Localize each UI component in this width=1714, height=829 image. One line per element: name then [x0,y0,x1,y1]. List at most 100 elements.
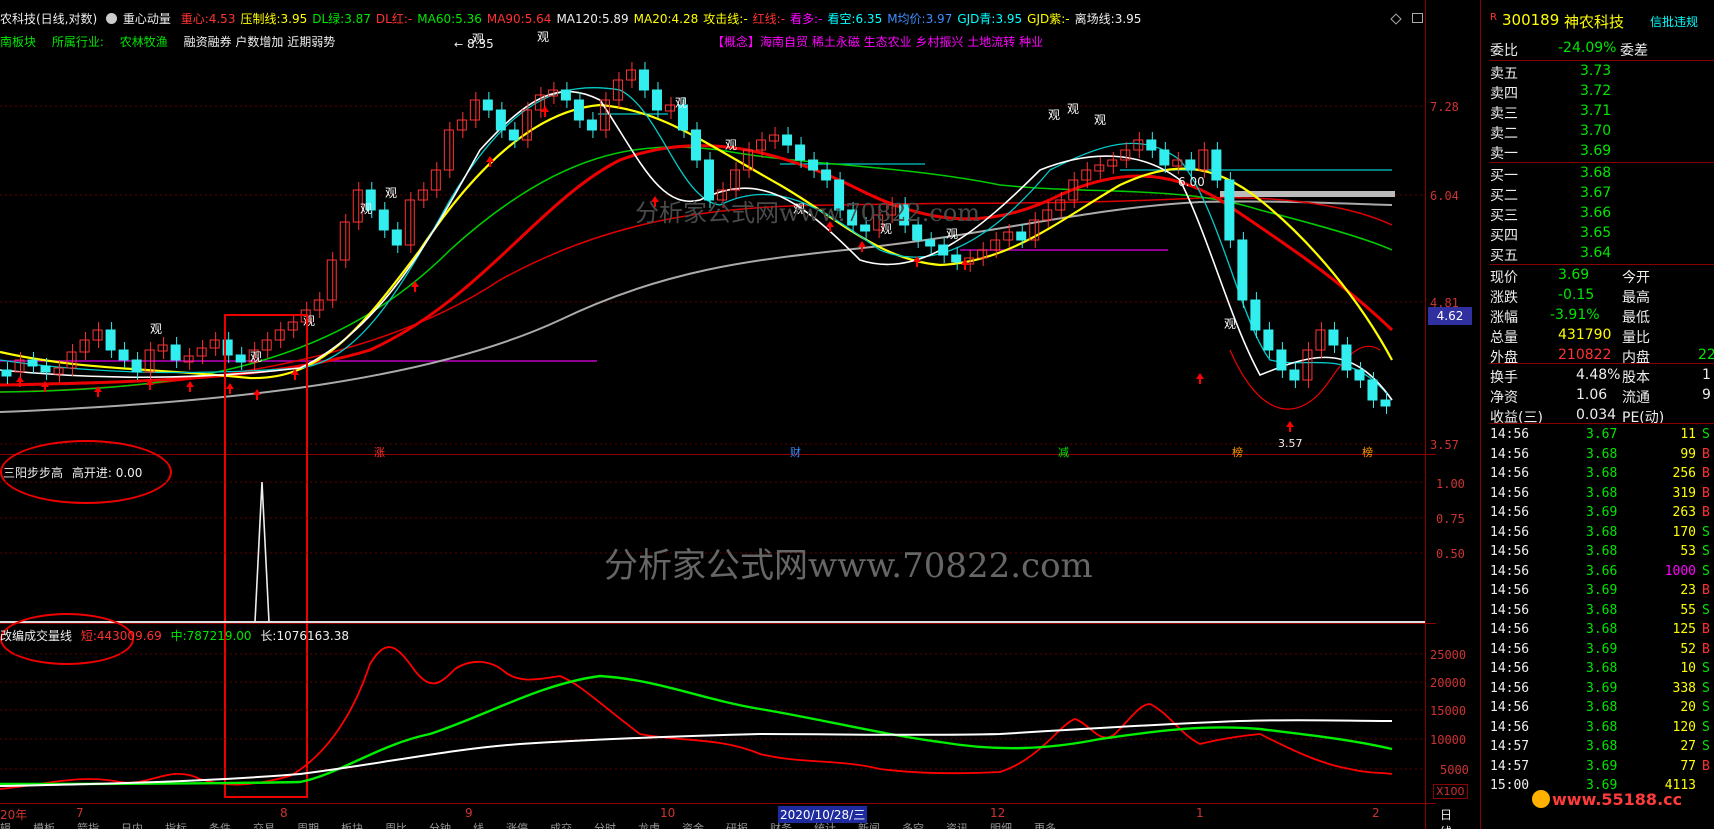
candle [756,139,767,151]
tick-row[interactable]: 14:56 3.67 11 S [1490,426,1714,445]
bottom-tab[interactable]: 龙虎 [638,822,660,829]
candle [105,329,116,351]
quote-panel[interactable]: R 300189 神农科技 信批违规 委比 -24.09% 委差 卖五 3.73 卖… [1490,0,1714,829]
period-label[interactable]: 日线 [1440,806,1452,829]
tick-side: B [1702,758,1710,774]
tick-price: 3.68 [1586,739,1618,754]
tick-volume: 10 [1680,661,1696,676]
tick-row[interactable]: 14:56 3.68 53 S [1490,543,1714,562]
tick-time: 14:56 [1490,602,1530,618]
tick-row[interactable]: 14:57 3.68 27 S [1490,738,1714,757]
tick-row[interactable]: 14:56 3.69 52 B [1490,641,1714,660]
bottom-tab[interactable]: 涨停 [506,822,528,829]
tick-row[interactable]: 14:56 3.68 319 B [1490,485,1714,504]
stat-label-2: 内盘 [1622,350,1650,366]
tick-row[interactable]: 14:56 3.68 99 B [1490,446,1714,465]
disclosure-link[interactable]: 信批违规 [1650,13,1698,30]
bottom-tab[interactable]: 箭指 [77,822,99,829]
bottom-tab[interactable]: 多空 [902,822,924,829]
bottom-tab[interactable]: 周期 [297,822,319,829]
candle [1133,139,1144,151]
bottom-tab[interactable]: 板块 [341,822,363,829]
tick-price: 3.69 [1586,641,1618,657]
bids-row[interactable]: 买一 3.68 [1490,164,1714,184]
tick-row[interactable]: 14:57 3.69 77 B [1490,758,1714,777]
stat-value: 4.48% [1576,367,1621,383]
tick-row[interactable]: 14:56 3.68 256 B [1490,465,1714,484]
bids-row[interactable]: 买四 3.65 [1490,224,1714,244]
candle [821,169,832,181]
buy-arrow-icon [541,106,549,117]
bids-label: 买三 [1490,208,1518,224]
asks-row[interactable]: 卖五 3.73 [1490,62,1714,82]
tick-row[interactable]: 14:56 3.68 120 S [1490,719,1714,738]
tick-row[interactable]: 14:56 3.68 20 S [1490,699,1714,718]
bottom-tab[interactable]: 指标 [165,822,187,829]
tick-row[interactable]: 14:56 3.68 170 S [1490,524,1714,543]
tick-row[interactable]: 14:56 3.66 1000 S [1490,563,1714,582]
tick-row[interactable]: 14:56 3.68 10 S [1490,660,1714,679]
tick-volume: 52 [1680,641,1696,657]
bottom-tab[interactable]: 资金 [682,822,704,829]
candle [625,69,636,81]
stat-label: 外盘 [1490,350,1518,366]
candle [560,89,571,101]
bottom-tab[interactable]: 统计 [814,822,836,829]
asks-row[interactable]: 卖一 3.69 [1490,142,1714,162]
tick-row[interactable]: 14:56 3.69 263 B [1490,504,1714,523]
candle [1276,349,1287,371]
asks-row[interactable]: 卖二 3.70 [1490,122,1714,142]
tick-row[interactable]: 14:56 3.69 23 B [1490,582,1714,601]
tick-price: 3.68 [1586,700,1618,715]
bottom-tab[interactable]: 条件 [209,822,231,829]
asks-price: 3.72 [1580,83,1612,99]
tick-side: S [1702,700,1710,715]
candle [990,239,1001,251]
bids-row[interactable]: 买五 3.64 [1490,244,1714,264]
stat-row: 涨幅 -3.91% 最低 [1490,306,1714,326]
tick-row[interactable]: 14:56 3.69 338 S [1490,680,1714,699]
asks-label: 卖二 [1490,126,1518,142]
bottom-tab-bar[interactable]: 辑 模板 箭指 日内 指标 条件 交易 周期 板块 周比 分钟 线 涨停 成交 分时 龙虎 资金 研报 财务 统计 新闻… [0,820,1425,829]
candle [1354,369,1365,381]
tick-volume: 263 [1672,505,1696,520]
bottom-tab[interactable]: 财务 [770,822,792,829]
bottom-tab[interactable]: 线 [473,822,484,829]
chart-area[interactable]: 农科技(日线,对数) 重心动量 重心:4.53 压制线:3.95 DL绿:3.87 D… [0,0,1472,829]
bottom-tab[interactable]: 更多 [1034,822,1056,829]
candle [638,69,649,91]
tick-row[interactable]: 14:56 3.68 125 B [1490,621,1714,640]
bottom-tab[interactable]: 研报 [726,822,748,829]
watch-mark: 观 [1048,108,1060,122]
tick-volume: 53 [1680,544,1696,559]
bottom-tab[interactable]: 模板 [33,822,55,829]
bottom-tab[interactable]: 交易 [253,822,275,829]
tick-price: 3.69 [1586,583,1618,598]
asks-row[interactable]: 卖四 3.72 [1490,82,1714,102]
stat-label-2: 流通 [1622,390,1650,406]
tick-side: S [1702,602,1710,618]
candle [1263,329,1274,351]
bottom-tab[interactable]: 明细 [990,822,1012,829]
bids-row[interactable]: 买三 3.66 [1490,204,1714,224]
bottom-tab[interactable]: 日内 [121,822,143,829]
sub2-volume-chart[interactable] [0,624,1425,803]
bottom-tab[interactable]: 辑 [0,822,11,829]
tick-side: S [1702,524,1710,540]
tick-row[interactable]: 14:56 3.68 55 S [1490,602,1714,621]
bids-row[interactable]: 买二 3.67 [1490,184,1714,204]
bottom-tab[interactable]: 分时 [594,822,616,829]
candle [1185,159,1196,171]
bottom-tab[interactable]: 分钟 [429,822,451,829]
bottom-tab[interactable]: 新闻 [858,822,880,829]
asks-row[interactable]: 卖三 3.71 [1490,102,1714,122]
candle [1328,329,1339,346]
bottom-tab[interactable]: 成交 [550,822,572,829]
bottom-tab[interactable]: 周比 [385,822,407,829]
candle [1224,179,1235,241]
tick-side: B [1702,485,1710,501]
stock-name: 神农科技 [1564,13,1625,31]
candle [1198,149,1209,171]
bottom-tab[interactable]: 资讯 [946,822,968,829]
tick-side: B [1702,622,1710,637]
